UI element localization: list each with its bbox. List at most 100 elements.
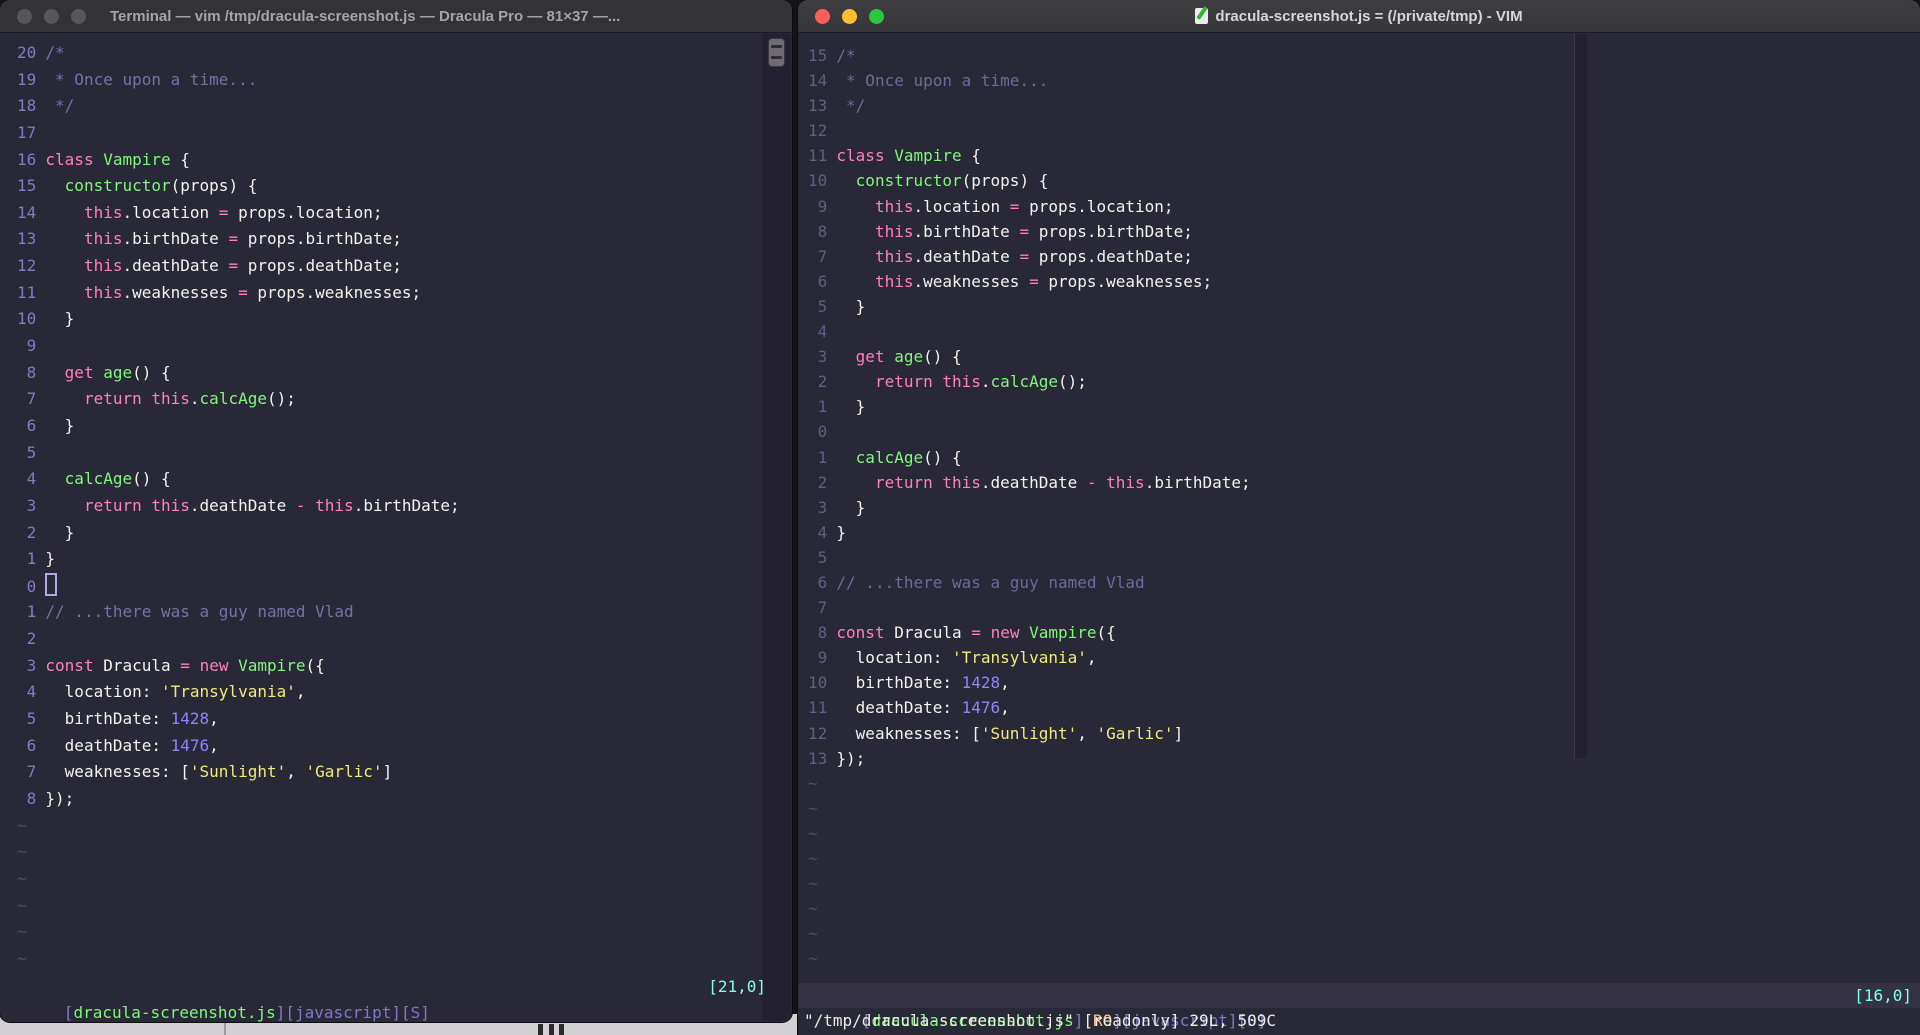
empty-line-tilde: ~	[808, 771, 1920, 796]
token: Vampire	[894, 146, 962, 166]
token: 'Garlic'	[1096, 723, 1174, 743]
line-number: 19	[17, 69, 37, 89]
token: constructor	[64, 176, 171, 196]
token: ][	[391, 1003, 411, 1022]
code-line: 2 }	[17, 520, 792, 547]
empty-line-tilde: ~	[808, 946, 1920, 971]
line-number: 4	[26, 682, 37, 702]
minimize-button[interactable]	[44, 9, 59, 24]
token: ,	[1000, 698, 1010, 718]
line-number: 3	[26, 495, 37, 515]
token: props.location;	[1019, 196, 1174, 216]
line-number: 2	[26, 522, 37, 542]
token: ,	[1086, 648, 1097, 668]
token: ();	[1057, 372, 1087, 392]
terminal-scrollbar[interactable]	[762, 34, 791, 1021]
token: this	[83, 229, 123, 249]
token: .location	[913, 196, 1010, 216]
document-icon[interactable]	[1195, 8, 1209, 24]
line-number: 13	[808, 96, 828, 116]
vim-buffer-right[interactable]: 15/* 14 * Once upon a time... 13 */12 11 cla…	[798, 33, 1920, 1035]
line-number: 14	[808, 71, 828, 91]
code-line: 19 * Once upon a time...	[17, 67, 792, 94]
line-number: 4	[817, 322, 828, 342]
token: .birthDate	[122, 229, 229, 249]
token: this	[874, 196, 914, 216]
vim-statusline-left: [dracula-screenshot.js][javascript][S] […	[0, 974, 792, 1022]
code-line: 9	[17, 333, 792, 360]
token: ({	[1096, 623, 1116, 643]
line-number: 18	[17, 96, 37, 116]
token: =	[228, 256, 239, 276]
line-number: 16	[17, 149, 37, 169]
line-number: 10	[808, 673, 828, 693]
token: return	[874, 372, 933, 392]
token: .location	[122, 202, 219, 222]
code-line: 2 return this.calcAge();	[808, 369, 1920, 394]
line-number: 20	[17, 43, 37, 62]
token: this	[315, 495, 354, 515]
line-number: 3	[817, 497, 828, 517]
token: props.birthDate;	[1029, 221, 1193, 241]
line-number: 7	[817, 598, 828, 618]
token: get	[64, 362, 94, 382]
code-line: 2	[17, 626, 792, 653]
macvim-scrollbar[interactable]	[1574, 34, 1587, 758]
code-line: 17	[17, 120, 792, 147]
code-line: 5 }	[808, 294, 1920, 319]
vim-buffer-left[interactable]: 20/* 19 * Once upon a time... 18 */17 16 cla…	[0, 33, 792, 1022]
macvim-window-title: dracula-screenshot.js = (/private/tmp) -…	[1215, 7, 1523, 25]
code-line: 4}	[808, 520, 1920, 545]
token: class	[836, 146, 885, 166]
line-number: 6	[26, 415, 37, 435]
token: birthDate:	[836, 673, 962, 693]
zoom-button[interactable]	[869, 9, 884, 24]
zoom-button[interactable]	[71, 9, 86, 24]
minimize-button[interactable]	[842, 9, 857, 24]
token: }	[45, 415, 75, 435]
code-line: 2 return this.deathDate - this.birthDate…	[808, 470, 1920, 495]
token: }	[836, 522, 847, 542]
line-number: 1	[817, 397, 828, 417]
tilde: ~	[808, 773, 818, 793]
token: this	[874, 271, 914, 291]
tilde: ~	[808, 874, 818, 894]
token: dracula-screenshot.js	[73, 1003, 276, 1022]
tilde: ~	[17, 895, 27, 915]
token: ,	[209, 709, 219, 729]
line-number: 1	[817, 447, 828, 467]
line-number: 6	[817, 271, 828, 291]
close-button[interactable]	[17, 9, 32, 24]
token: () {	[923, 447, 962, 467]
line-number: 9	[817, 648, 828, 668]
code-line: 13});	[808, 746, 1920, 771]
empty-line-tilde: ~	[808, 871, 1920, 896]
terminal-titlebar[interactable]: Terminal — vim /tmp/dracula-screenshot.j…	[0, 0, 792, 33]
token: location:	[45, 682, 161, 702]
token: 'Transylvania'	[952, 648, 1087, 668]
token: }	[45, 549, 56, 569]
token: }	[836, 296, 866, 316]
token: ,	[1000, 673, 1010, 693]
token: props.birthDate;	[238, 229, 402, 249]
token: =	[1019, 246, 1030, 266]
line-number: 10	[808, 171, 828, 191]
line-number: 6	[817, 572, 828, 592]
token: class	[45, 149, 94, 169]
tilde: ~	[808, 949, 818, 969]
token: return	[874, 472, 933, 492]
line-number: 8	[817, 623, 828, 643]
token: this	[874, 221, 914, 241]
scrollbar-thumb[interactable]	[768, 38, 785, 67]
token: this	[83, 282, 123, 302]
close-button[interactable]	[815, 9, 830, 24]
macvim-titlebar[interactable]: dracula-screenshot.js = (/private/tmp) -…	[798, 0, 1920, 33]
token: Vampire	[238, 655, 306, 675]
